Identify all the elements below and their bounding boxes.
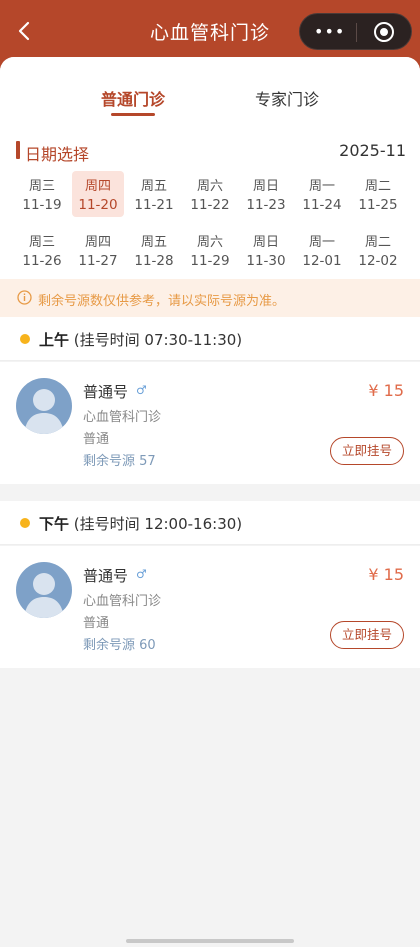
tab-expert-clinic[interactable]: 专家门诊 xyxy=(255,86,319,110)
date-cell[interactable]: 周六 11-22 xyxy=(184,171,236,217)
nav-bar: 心血管科门诊 ••• xyxy=(0,0,420,62)
date-cell[interactable]: 周日 11-23 xyxy=(240,171,292,217)
date-section-title: 日期选择 xyxy=(25,145,90,164)
weekday-label: 周二 xyxy=(364,179,391,194)
male-icon: ♂ xyxy=(136,383,147,397)
date-label: 11-24 xyxy=(302,197,342,213)
male-icon: ♂ xyxy=(136,567,147,581)
active-tab-indicator xyxy=(111,113,155,116)
weekday-label: 周三 xyxy=(28,235,55,250)
register-button[interactable]: 立即挂号 xyxy=(330,621,404,649)
date-label: 11-26 xyxy=(22,253,62,269)
date-label: 11-25 xyxy=(358,197,398,213)
weekday-label: 周五 xyxy=(140,179,167,194)
date-label: 11-20 xyxy=(78,197,118,213)
weekday-label: 周四 xyxy=(84,179,111,194)
weekday-label: 周六 xyxy=(196,235,223,250)
avatar-icon xyxy=(24,389,64,434)
date-cell[interactable]: 周二 12-02 xyxy=(352,227,404,273)
date-cell[interactable]: 周六 11-29 xyxy=(184,227,236,273)
remaining-slots: 剩余号源 60 xyxy=(83,638,156,653)
capsule-divider xyxy=(356,23,357,42)
tab-general-clinic[interactable]: 普通门诊 xyxy=(101,86,165,110)
date-cell[interactable]: 周四 11-20 xyxy=(72,171,124,217)
remaining-slots: 剩余号源 57 xyxy=(83,454,156,469)
date-label: 11-28 xyxy=(134,253,174,269)
date-cell[interactable]: 周四 11-27 xyxy=(72,227,124,273)
avatar-icon xyxy=(24,573,64,618)
weekday-label: 周日 xyxy=(252,235,279,250)
department: 心血管科门诊 xyxy=(83,594,162,609)
period-label: 下午 (挂号时间 12:00-16:30) xyxy=(39,515,243,533)
date-cell[interactable]: 周五 11-28 xyxy=(128,227,180,273)
date-cell[interactable]: 周三 11-19 xyxy=(16,171,68,217)
info-icon xyxy=(17,290,32,305)
doctor-card-afternoon: 普通号 ♂ 心血管科门诊 普通 剩余号源 60 ¥ 15 立即挂号 xyxy=(0,546,420,668)
notice-banner: 剩余号源数仅供参考，请以实际号源为准。 xyxy=(0,279,420,317)
content-sheet: 普通门诊 专家门诊 日期选择 2025-11 周三 11-19 周四 11-20 周五 1… xyxy=(0,57,420,947)
date-label: 11-23 xyxy=(246,197,286,213)
price: ¥ 15 xyxy=(368,381,404,400)
period-label: 上午 (挂号时间 07:30-11:30) xyxy=(39,331,243,349)
date-label: 11-29 xyxy=(190,253,230,269)
morning-header: 上午 (挂号时间 07:30-11:30) xyxy=(0,317,420,361)
afternoon-header: 下午 (挂号时间 12:00-16:30) xyxy=(0,501,420,545)
date-label: 11-22 xyxy=(190,197,230,213)
year-month: 2025-11 xyxy=(339,141,406,160)
date-cell[interactable]: 周一 11-24 xyxy=(296,171,348,217)
more-icon[interactable]: ••• xyxy=(314,22,344,42)
sun-dot-icon xyxy=(20,518,30,528)
weekday-label: 周二 xyxy=(364,235,391,250)
date-cell[interactable]: 周二 11-25 xyxy=(352,171,404,217)
avatar xyxy=(16,378,72,434)
weekday-label: 周四 xyxy=(84,235,111,250)
date-card: 普通门诊 专家门诊 日期选择 2025-11 周三 11-19 周四 11-20 周五 1… xyxy=(0,57,420,279)
doctor-level: 普通 xyxy=(83,616,110,631)
weekday-label: 周六 xyxy=(196,179,223,194)
mini-program-capsule: ••• xyxy=(299,13,412,50)
date-label: 11-27 xyxy=(78,253,118,269)
department: 心血管科门诊 xyxy=(83,410,162,425)
weekday-label: 周日 xyxy=(252,179,279,194)
close-target-icon[interactable] xyxy=(373,21,395,43)
date-label: 12-01 xyxy=(302,253,342,269)
date-cell[interactable]: 周三 11-26 xyxy=(16,227,68,273)
date-label: 12-02 xyxy=(358,253,398,269)
date-label: 11-21 xyxy=(134,197,174,213)
weekday-label: 周五 xyxy=(140,235,167,250)
weekday-label: 周一 xyxy=(308,179,335,194)
weekday-label: 周一 xyxy=(308,235,335,250)
date-label: 11-30 xyxy=(246,253,286,269)
price: ¥ 15 xyxy=(368,565,404,584)
date-cell[interactable]: 周一 12-01 xyxy=(296,227,348,273)
sun-dot-icon xyxy=(20,334,30,344)
doctor-name: 普通号 xyxy=(83,567,129,585)
weekday-label: 周三 xyxy=(28,179,55,194)
doctor-level: 普通 xyxy=(83,432,110,447)
notice-text: 剩余号源数仅供参考，请以实际号源为准。 xyxy=(38,294,286,309)
doctor-name: 普通号 xyxy=(83,383,129,401)
section-marker xyxy=(16,141,20,159)
register-button[interactable]: 立即挂号 xyxy=(330,437,404,465)
doctor-card-morning: 普通号 ♂ 心血管科门诊 普通 剩余号源 57 ¥ 15 立即挂号 xyxy=(0,362,420,484)
date-cell[interactable]: 周五 11-21 xyxy=(128,171,180,217)
avatar xyxy=(16,562,72,618)
date-cell[interactable]: 周日 11-30 xyxy=(240,227,292,273)
date-label: 11-19 xyxy=(22,197,62,213)
home-indicator xyxy=(126,939,294,943)
